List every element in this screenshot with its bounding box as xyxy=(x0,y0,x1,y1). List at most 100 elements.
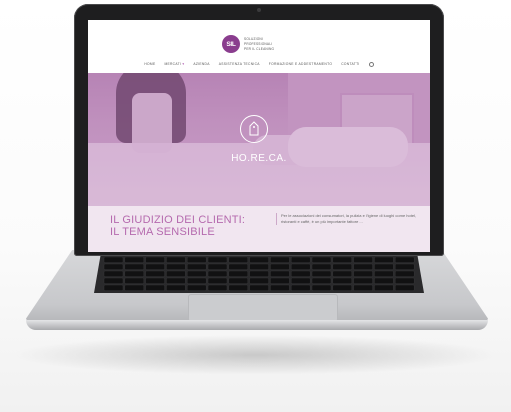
keyboard-key xyxy=(145,263,165,270)
keyboard-key xyxy=(145,284,165,291)
keyboard-key xyxy=(124,270,144,277)
laptop-scene: SIL SOLUZIONI PROFESSIONALI PER IL CLEAN… xyxy=(0,0,511,412)
keyboard-key xyxy=(207,284,228,291)
nav-item-assistenza[interactable]: ASSISTENZA TECNICA xyxy=(219,62,260,67)
keyboard-key xyxy=(166,256,186,263)
keyboard-key xyxy=(249,256,269,263)
keyboard-key xyxy=(332,277,353,284)
logo-line: PER IL CLEANING xyxy=(244,47,275,51)
logo-line: PROFESSIONALI xyxy=(244,42,273,46)
content-section: IL GIUDIZIO DEI CLIENTI: IL TEMA SENSIBI… xyxy=(88,206,430,252)
keyboard-key xyxy=(374,277,394,284)
keyboard-key xyxy=(290,284,311,291)
keyboard-key xyxy=(353,270,373,277)
keyboard-key xyxy=(166,270,186,277)
nav-item-azienda[interactable]: AZIENDA xyxy=(193,62,209,67)
keyboard-key xyxy=(395,270,415,277)
nav-item-contatti[interactable]: CONTATTI xyxy=(341,62,359,67)
keyboard-key xyxy=(228,277,249,284)
camera-icon xyxy=(257,8,261,12)
keyboard-key xyxy=(332,270,353,277)
section-heading-line: IL GIUDIZIO DEI CLIENTI: xyxy=(110,214,246,226)
keyboard-key xyxy=(124,263,144,270)
section-body: Per le associazioni dei consumatori, la … xyxy=(276,213,427,225)
keyboard-key xyxy=(290,256,311,263)
laptop-shadow xyxy=(10,335,500,375)
logo-text: SOLUZIONI PROFESSIONALI PER IL CLEANING xyxy=(244,37,274,51)
keyboard-key xyxy=(186,270,207,277)
keyboard-key xyxy=(166,263,186,270)
keyboard-key xyxy=(395,277,415,284)
keyboard-key xyxy=(145,256,165,263)
keyboard-key xyxy=(270,256,290,263)
keyboard-key xyxy=(103,270,124,277)
keyboard-key xyxy=(270,270,290,277)
keyboard-key xyxy=(124,256,144,263)
keyboard-key xyxy=(395,284,415,291)
keyboard-key xyxy=(228,256,249,263)
nav-item-mercati[interactable]: MERCATI ▾ xyxy=(164,62,184,67)
main-nav: HOME MERCATI ▾ AZIENDA ASSISTENZA TECNIC… xyxy=(88,62,430,67)
nav-item-home[interactable]: HOME xyxy=(144,62,155,67)
keyboard-key xyxy=(103,284,124,291)
search-icon[interactable] xyxy=(368,62,374,67)
keyboard-key xyxy=(353,256,373,263)
hero-banner: HO.RE.CA. xyxy=(88,73,430,206)
keyboard-key xyxy=(166,284,186,291)
keyboard-keys xyxy=(103,256,415,291)
keyboard-key xyxy=(207,263,228,270)
laptop-lid: SIL SOLUZIONI PROFESSIONALI PER IL CLEAN… xyxy=(74,4,444,256)
keyboard-key xyxy=(249,263,269,270)
keyboard-key xyxy=(290,263,311,270)
hero-title: HO.RE.CA. xyxy=(231,153,287,164)
section-heading: IL GIUDIZIO DEI CLIENTI: IL TEMA SENSIBI… xyxy=(110,214,250,238)
laptop-base-edge xyxy=(26,320,488,330)
keyboard-key xyxy=(186,256,207,263)
keyboard-key xyxy=(207,256,228,263)
keyboard-key xyxy=(249,277,269,284)
keyboard-key xyxy=(395,263,415,270)
keyboard-key xyxy=(186,284,207,291)
keyboard-key xyxy=(290,270,311,277)
keyboard-key xyxy=(228,270,249,277)
keyboard-key xyxy=(166,277,186,284)
keyboard-key xyxy=(207,277,228,284)
keyboard-key xyxy=(353,284,373,291)
laptop-screen: SIL SOLUZIONI PROFESSIONALI PER IL CLEAN… xyxy=(88,20,430,252)
keyboard-key xyxy=(270,263,290,270)
keyboard-key xyxy=(311,256,332,263)
nav-item-formazione[interactable]: FORMAZIONE E ADDESTRAMENTO xyxy=(269,62,332,67)
keyboard-key xyxy=(311,277,332,284)
keyboard-key xyxy=(186,277,207,284)
keyboard-key xyxy=(124,284,144,291)
keyboard-key xyxy=(332,284,353,291)
site-header: SIL SOLUZIONI PROFESSIONALI PER IL CLEAN… xyxy=(88,20,430,73)
keyboard-key xyxy=(228,263,249,270)
keyboard-key xyxy=(270,284,290,291)
keyboard-key xyxy=(270,277,290,284)
hotel-tag-icon xyxy=(240,115,268,143)
keyboard-key xyxy=(374,256,394,263)
keyboard-key xyxy=(374,270,394,277)
laptop-keyboard xyxy=(94,255,424,293)
keyboard-key xyxy=(353,277,373,284)
keyboard-key xyxy=(186,263,207,270)
keyboard-key xyxy=(290,277,311,284)
keyboard-key xyxy=(374,263,394,270)
keyboard-key xyxy=(374,284,394,291)
section-heading-line: IL TEMA SENSIBILE xyxy=(110,226,215,238)
keyboard-key xyxy=(311,263,332,270)
keyboard-key xyxy=(353,263,373,270)
keyboard-key xyxy=(395,256,415,263)
laptop-trackpad xyxy=(188,294,338,322)
keyboard-key xyxy=(249,284,269,291)
keyboard-key xyxy=(103,277,124,284)
keyboard-key xyxy=(207,270,228,277)
keyboard-key xyxy=(145,270,165,277)
site-logo[interactable]: SIL SOLUZIONI PROFESSIONALI PER IL CLEAN… xyxy=(222,30,292,58)
keyboard-key xyxy=(228,284,249,291)
keyboard-key xyxy=(103,263,124,270)
keyboard-key xyxy=(311,284,332,291)
nav-item-mercati-label: MERCATI xyxy=(164,62,182,66)
keyboard-key xyxy=(332,263,353,270)
